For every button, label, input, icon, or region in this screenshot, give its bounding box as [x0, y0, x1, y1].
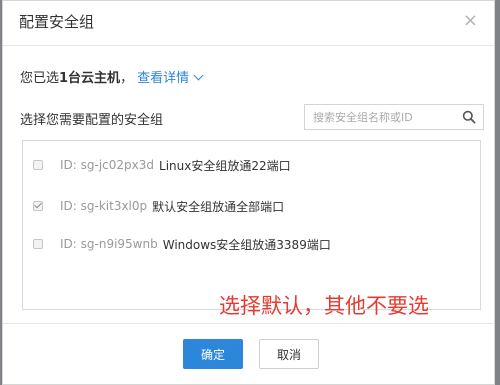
view-details-link[interactable]: 查看详情 [137, 70, 204, 86]
checkbox-unchecked[interactable] [33, 160, 43, 170]
search-input[interactable] [305, 105, 455, 129]
confirm-button[interactable]: 确定 [183, 339, 243, 369]
selected-prefix: 您已选 [20, 71, 60, 86]
list-item[interactable]: ID: sg-jc02px3d Linux安全组放通22端口 [33, 156, 291, 174]
choose-security-group-label: 选择您需要配置的安全组 [20, 113, 164, 128]
dialog-footer: 确定 取消 [3, 323, 494, 384]
search-box [304, 104, 484, 130]
dialog-title: 配置安全组 [19, 13, 95, 31]
security-group-list: ID: sg-jc02px3d Linux安全组放通22端口 ID: sg-ki… [22, 140, 481, 310]
security-group-id: ID: sg-kit3xl0p [60, 199, 148, 213]
security-group-dialog: 配置安全组 × 您已选1台云主机，查看详情 选择您需要配置的安全组 ID: sg… [2, 0, 495, 385]
security-group-name: Windows安全组放通3389端口 [162, 237, 331, 252]
view-details-label: 查看详情 [137, 71, 190, 86]
cancel-button[interactable]: 取消 [259, 339, 319, 369]
security-group-id: ID: sg-jc02px3d [60, 158, 155, 172]
security-group-name: 默认安全组放通全部端口 [152, 199, 285, 214]
security-group-id: ID: sg-n9i95wnb [60, 237, 158, 251]
selected-separator: ， [120, 71, 134, 86]
selected-summary: 您已选1台云主机， 查看详情 [20, 67, 204, 86]
list-item[interactable]: ID: sg-n9i95wnb Windows安全组放通3389端口 [33, 235, 331, 253]
annotation-text: 选择默认，其他不要选 [219, 294, 429, 318]
checkbox-checked[interactable] [33, 201, 43, 211]
selected-count: 1台云主机 [59, 71, 121, 86]
list-item[interactable]: ID: sg-kit3xl0p 默认安全组放通全部端口 [33, 197, 284, 215]
dialog-header: 配置安全组 × [3, 1, 494, 46]
security-group-name: Linux安全组放通22端口 [159, 158, 291, 173]
close-icon[interactable]: × [463, 12, 478, 30]
search-icon[interactable] [462, 110, 476, 124]
chevron-down-icon [193, 70, 204, 81]
checkbox-unchecked[interactable] [33, 239, 43, 249]
